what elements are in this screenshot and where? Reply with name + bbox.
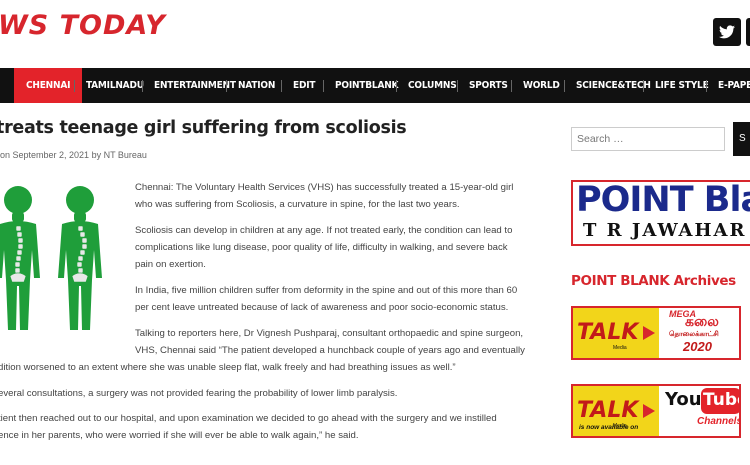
nav-divider — [74, 80, 75, 92]
scoliosis-illustration — [0, 186, 102, 330]
article-paragraph: tient then reached out to our hospital, … — [0, 410, 497, 444]
facebook-icon[interactable] — [746, 18, 750, 46]
nav-divider — [226, 80, 227, 92]
play-icon — [643, 326, 655, 340]
site-logo[interactable]: WS TODAY — [0, 10, 166, 41]
nav-item-sports[interactable]: SPORTS — [469, 68, 508, 103]
channels-label: Channels — [697, 416, 741, 427]
nav-item-e-paper[interactable]: E-PAPER — [718, 68, 750, 103]
text-line: per cent leave untreated because of lack… — [135, 302, 509, 313]
text-line: tient then reached out to our hospital, … — [0, 413, 497, 424]
nav-divider — [396, 80, 397, 92]
nav-divider — [323, 80, 324, 92]
talk-logo: TALK — [577, 398, 639, 423]
text-line: who was suffering from Scoliosis, a curv… — [135, 199, 460, 210]
nav-item-chennai[interactable]: CHENNAI — [14, 68, 83, 103]
banner-subtitle: T R JAWAHAR — [583, 220, 747, 241]
article-author[interactable]: NT Bureau — [104, 150, 147, 160]
nav-item-world[interactable]: WORLD — [523, 68, 560, 103]
article-paragraph: Scoliosis can develop in children at any… — [135, 222, 512, 273]
youtube-you-label: You — [665, 389, 702, 410]
search-input[interactable]: Search … — [571, 127, 725, 151]
article-paragraph: everal consultations, a surgery was not … — [0, 388, 398, 399]
article-paragraph-line: dition worsened to an extent where she w… — [0, 362, 456, 373]
tamil-label: தொலைக்காட்சி — [669, 331, 719, 338]
year-label: 2020 — [683, 339, 712, 354]
article-paragraph: Talking to reporters here, Dr Vignesh Pu… — [135, 325, 525, 359]
nav-item-entertainment[interactable]: ENTERTAINMENT — [154, 68, 236, 103]
talk-logo: TALK — [577, 320, 639, 345]
nav-divider — [643, 80, 644, 92]
twitter-icon[interactable] — [713, 18, 741, 46]
nav-item-science-tech[interactable]: SCIENCE&TECH — [576, 68, 651, 103]
article-paragraph: Chennai: The Voluntary Health Services (… — [135, 179, 513, 213]
text-line: complications like lung disease, poor qu… — [135, 242, 508, 253]
search-button[interactable]: S — [733, 122, 750, 156]
text-line: In India, five million children suffer f… — [135, 285, 518, 296]
article-paragraph: In India, five million children suffer f… — [135, 282, 517, 316]
nav-item-columns[interactable]: COLUMNS — [408, 68, 457, 103]
play-icon — [643, 404, 655, 418]
article-title: treats teenage girl suffering from scoli… — [0, 118, 407, 138]
article-date: on September 2, 2021 by — [0, 150, 104, 160]
nav-item-tamilnadu[interactable]: TAMILNADU — [86, 68, 144, 103]
media-label: Media — [613, 345, 627, 351]
availability-label: is now available on — [579, 424, 639, 431]
point-blank-banner[interactable]: POINT Blan T R JAWAHAR — [571, 180, 750, 246]
nav-item-pointblank[interactable]: POINTBLANK — [335, 68, 399, 103]
text-line: ence in her parents, who were worried if… — [0, 430, 359, 441]
nav-item-edit[interactable]: EDIT — [293, 68, 316, 103]
text-line: VHS, Chennai said “The patient developed… — [135, 345, 525, 356]
banner-title: POINT Blan — [576, 180, 750, 220]
nav-divider — [281, 80, 282, 92]
nav-divider — [564, 80, 565, 92]
nav-divider — [511, 80, 512, 92]
youtube-tube-label: Tube — [703, 390, 739, 410]
nav-item-life-style[interactable]: LIFE STYLE — [655, 68, 709, 103]
text-line: pain on exertion. — [135, 259, 206, 270]
text-line: Talking to reporters here, Dr Vignesh Pu… — [135, 328, 524, 339]
talk-media-youtube-banner[interactable]: TALK Media is now available on You Tube … — [571, 384, 741, 438]
youtube-logo: Tube — [701, 388, 739, 414]
text-line: Chennai: The Voluntary Health Services (… — [135, 182, 514, 193]
main-nav: CHENNAI TAMILNADU ENTERTAINMENT NATION E… — [0, 68, 750, 103]
nav-item-nation[interactable]: NATION — [238, 68, 275, 103]
talk-media-mega-kalai-banner[interactable]: TALK Media MEGA கலை தொலைக்காட்சி 2020 — [571, 306, 741, 360]
nav-divider — [457, 80, 458, 92]
article-meta: on September 2, 2021 by NT Bureau — [0, 150, 147, 160]
archives-heading: POINT BLANK Archives — [571, 273, 736, 289]
site-header: WS TODAY — [0, 0, 750, 68]
nav-divider — [706, 80, 707, 92]
nav-divider — [142, 80, 143, 92]
text-line: Scoliosis can develop in children at any… — [135, 225, 513, 236]
